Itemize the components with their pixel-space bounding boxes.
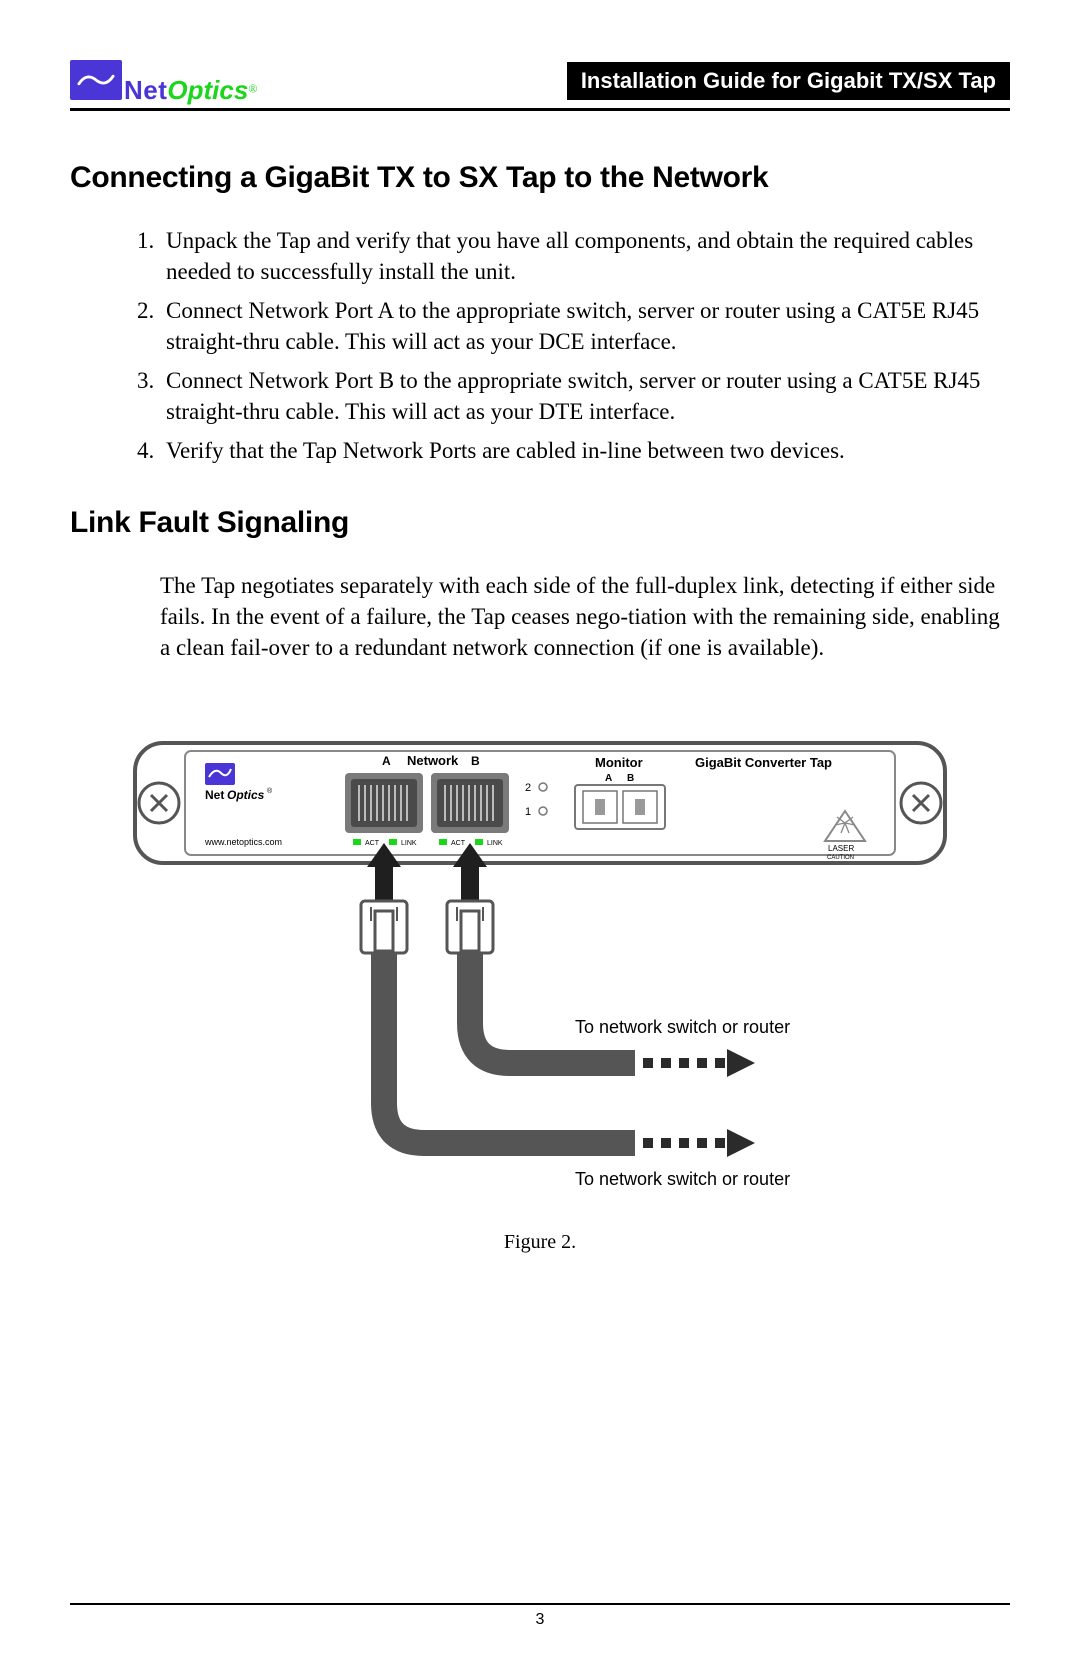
list-item: Connect Network Port A to the appropriat… (160, 295, 1010, 357)
caution-label: CAUTION (827, 855, 854, 861)
arrowhead-bottom (727, 1129, 755, 1157)
rj45-port-a (345, 773, 423, 833)
logo-reg-mark: ® (248, 81, 257, 95)
led-link-a-label: LINK (401, 840, 417, 847)
led-act-a-label: ACT (365, 840, 380, 847)
rj45-port-b (431, 773, 509, 833)
list-item: Connect Network Port B to the appropriat… (160, 365, 1010, 427)
list-item: Unpack the Tap and verify that you have … (160, 225, 1010, 287)
footer-rule (70, 1603, 1010, 1605)
rj45-plug-a (361, 901, 407, 953)
led-link-a (389, 839, 397, 845)
list-item: Verify that the Tap Network Ports are ca… (160, 435, 1010, 466)
network-b-label: B (471, 754, 480, 768)
network-label: Network (407, 753, 459, 768)
section-heading-link-fault: Link Fault Signaling (70, 506, 1010, 540)
device-url: www.netoptics.com (204, 837, 282, 847)
section-heading-connecting: Connecting a GigaBit TX to SX Tap to the… (70, 161, 1010, 195)
logo-net-text: Net (124, 75, 167, 105)
monitor-b-label: B (627, 773, 634, 784)
device-logo-reg: ® (267, 787, 273, 795)
rj45-plug-b (447, 901, 493, 953)
wave-icon (70, 60, 122, 100)
tap-device-diagram: Net Optics ® www.netoptics.com A Network… (115, 733, 965, 1213)
network-a-label: A (382, 754, 391, 768)
brand-logo: NetOptics® (70, 60, 257, 100)
product-name: GigaBit Converter Tap (695, 755, 832, 770)
cable-label-bottom: To network switch or router (575, 1169, 790, 1189)
page-header: NetOptics® Installation Guide for Gigabi… (70, 60, 1010, 100)
led-link-b (475, 839, 483, 845)
cable-b (470, 953, 635, 1063)
monitor-label: Monitor (595, 755, 643, 770)
figure-caption: Figure 2. (504, 1231, 576, 1254)
led-act-b (439, 839, 447, 845)
logo-optics-text: Optics (167, 75, 248, 105)
led-2-label: 2 (525, 782, 531, 794)
monitor-port (575, 785, 665, 829)
header-rule (70, 108, 1010, 111)
page-number: 3 (70, 1611, 1010, 1629)
guide-title-bar: Installation Guide for Gigabit TX/SX Tap (567, 62, 1010, 100)
led-1-label: 1 (525, 806, 531, 818)
device-logo-optics: Optics (227, 788, 265, 802)
cable-a (384, 953, 635, 1143)
laser-label: LASER (828, 844, 854, 853)
led-link-b-label: LINK (487, 840, 503, 847)
monitor-a-label: A (605, 773, 612, 784)
arrowhead-top (727, 1049, 755, 1077)
link-fault-body: The Tap negotiates separately with each … (160, 570, 1010, 663)
figure-2: Net Optics ® www.netoptics.com A Network… (70, 733, 1010, 1254)
install-steps-list: Unpack the Tap and verify that you have … (160, 225, 1010, 466)
led-act-a (353, 839, 361, 845)
cable-label-top: To network switch or router (575, 1017, 790, 1037)
device-logo-net: Net (205, 788, 224, 802)
led-act-b-label: ACT (451, 840, 466, 847)
